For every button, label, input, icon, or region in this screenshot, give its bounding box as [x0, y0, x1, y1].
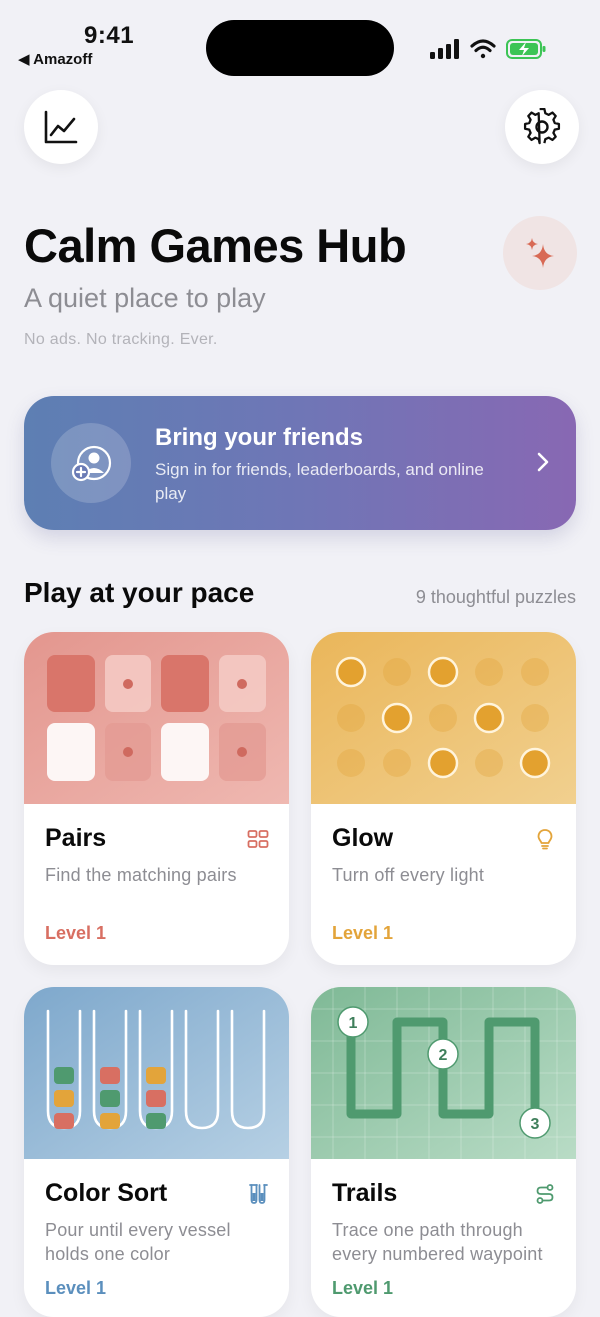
waypoint-label: 3 — [531, 1116, 540, 1133]
stats-button[interactable] — [24, 90, 98, 164]
battery-charging-icon — [506, 39, 546, 59]
friends-banner[interactable]: Bring your friends Sign in for friends, … — [24, 396, 576, 530]
section-count: 9 thoughtful puzzles — [415, 587, 576, 607]
game-level: Level 1 — [45, 923, 107, 943]
game-level: Level 1 — [332, 1278, 394, 1298]
chevron-right-icon — [537, 452, 549, 472]
cellular-signal-icon — [430, 39, 459, 59]
path-icon — [536, 1184, 554, 1204]
friends-avatar — [51, 423, 131, 503]
game-level: Level 1 — [332, 923, 394, 943]
status-icons — [430, 39, 546, 59]
back-to-app-link[interactable]: ◀ Amazoff — [18, 50, 92, 68]
waypoint-label: 2 — [439, 1047, 448, 1064]
color-sort-artwork — [24, 987, 289, 1159]
game-name: Pairs — [45, 824, 107, 852]
settings-button[interactable] — [505, 90, 579, 164]
glow-artwork — [311, 632, 576, 804]
section-title: Play at your pace — [24, 577, 255, 608]
game-card-glow[interactable]: Glow Turn off every light Level 1 — [311, 632, 576, 965]
page-subtitle: A quiet place to play — [24, 283, 266, 313]
page-title: Calm Games Hub — [24, 219, 407, 272]
waypoint-label: 1 — [349, 1015, 358, 1032]
grid-icon — [247, 830, 269, 848]
dynamic-island — [206, 20, 394, 76]
wifi-icon — [470, 39, 496, 59]
tagline: No ads. No tracking. Ever. — [24, 331, 218, 348]
game-card-color-sort[interactable]: Color Sort Pour until every vessel holds… — [24, 987, 289, 1317]
lightbulb-icon — [537, 829, 553, 850]
pairs-artwork — [24, 632, 289, 804]
add-friend-icon — [71, 445, 112, 482]
game-description: Find the matching pairs — [45, 865, 237, 885]
trails-artwork: 1 2 3 — [311, 987, 576, 1159]
chart-line-icon — [44, 110, 78, 144]
status-time: 9:41 — [84, 22, 135, 49]
gear-icon — [523, 108, 561, 145]
friends-banner-subtitle: Sign in for friends, leaderboards, and o… — [155, 460, 484, 503]
game-name: Glow — [332, 824, 394, 852]
game-level: Level 1 — [45, 1278, 107, 1298]
game-description: Trace one path through every numbered wa… — [332, 1220, 543, 1264]
sparkle-icon — [526, 238, 554, 268]
game-card-pairs[interactable]: Pairs Find the matching pairs Level 1 — [24, 632, 289, 965]
test-tubes-icon — [249, 1184, 268, 1204]
game-card-trails[interactable]: 1 2 3 Trails Trace one path through ever… — [311, 987, 576, 1317]
friends-banner-title: Bring your friends — [155, 424, 364, 451]
sparkle-button[interactable] — [503, 216, 577, 290]
game-description: Turn off every light — [332, 865, 485, 885]
game-description: Pour until every vessel holds one color — [45, 1220, 231, 1264]
game-name: Trails — [332, 1179, 398, 1207]
game-name: Color Sort — [45, 1179, 168, 1207]
